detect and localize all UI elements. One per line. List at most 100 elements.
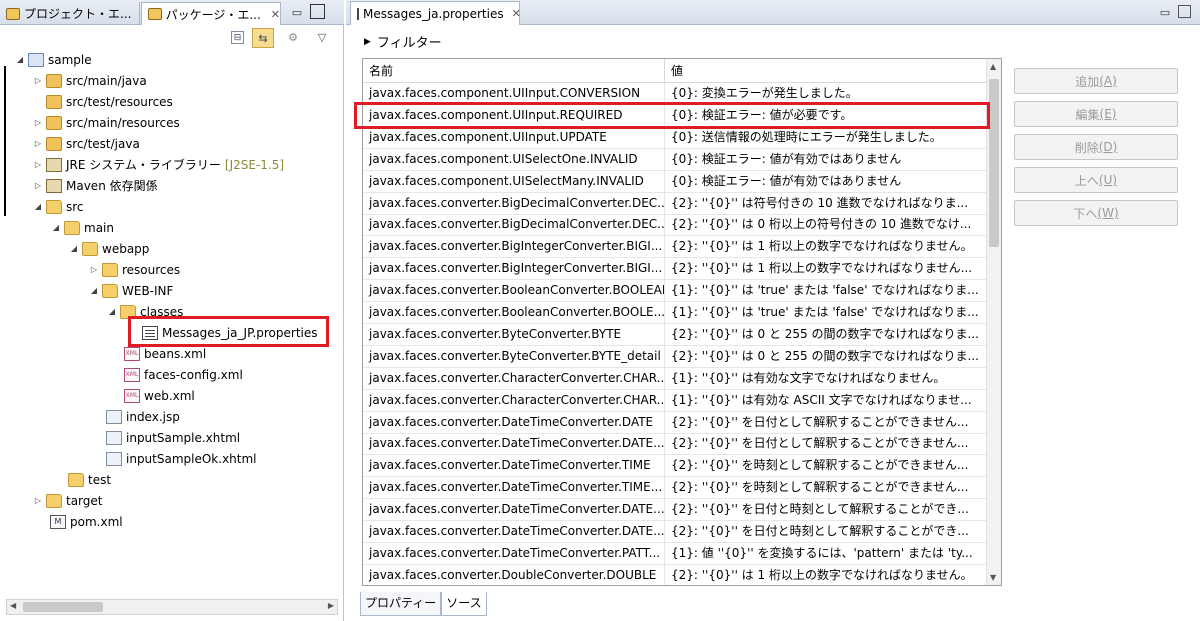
edit-button[interactable]: 編集 (E) (1014, 101, 1178, 127)
move-up-button[interactable]: 上へ (U) (1014, 167, 1178, 193)
horizontal-scrollbar[interactable]: ◀ ▶ (6, 599, 338, 615)
close-icon[interactable]: ✕ (271, 8, 280, 21)
table-row[interactable]: javax.faces.component.UISelectMany.INVAL… (363, 170, 986, 193)
expand-twisty-icon[interactable]: ▷ (32, 139, 44, 148)
tab-messages-properties[interactable]: Messages_ja.properties ✕ (350, 1, 521, 25)
expand-twisty-icon[interactable]: ◢ (14, 55, 26, 64)
property-key: javax.faces.converter.DateTimeConverter.… (363, 499, 665, 521)
tree-item-label: index.jsp (126, 409, 180, 424)
tree-item[interactable]: XML web.xml (110, 385, 195, 406)
scroll-down-icon[interactable]: ▼ (990, 573, 996, 582)
tree-item[interactable]: src/test/resources (32, 91, 173, 112)
collapse-all-icon[interactable]: ⊟ (231, 31, 244, 44)
table-row[interactable]: javax.faces.component.UISelectOne.INVALI… (363, 148, 986, 171)
expand-twisty-icon[interactable]: ◢ (88, 286, 100, 295)
tree-item[interactable]: ▷ src/main/resources (32, 112, 180, 133)
table-row[interactable]: javax.faces.component.UIInput.UPDATE {0}:… (363, 126, 986, 149)
view-menu-icon[interactable]: ▽ (313, 28, 331, 46)
minimize-button[interactable]: ▭ (288, 3, 306, 21)
link-with-editor-icon[interactable]: ⇆ (252, 28, 274, 48)
close-icon[interactable]: ✕ (512, 7, 521, 20)
tree-item[interactable]: ▷ target (32, 490, 103, 511)
tree-item[interactable]: ▷ src/main/java (32, 70, 147, 91)
table-row[interactable]: javax.faces.converter.DateTimeConverter.… (363, 542, 986, 565)
tree-item-label: Maven 依存関係 (66, 179, 158, 193)
expand-twisty-icon[interactable]: ▷ (88, 265, 100, 274)
table-row[interactable]: javax.faces.converter.DateTimeConverter.… (363, 411, 986, 434)
tree-item[interactable]: ◢ main (50, 217, 114, 238)
expand-twisty-icon[interactable]: ▷ (32, 76, 44, 85)
minimize-button[interactable]: ▭ (1156, 3, 1174, 21)
tree-item[interactable]: ▷ Maven 依存関係 (32, 175, 158, 196)
tree-item[interactable]: ◢ sample (14, 49, 92, 70)
expand-twisty-icon[interactable]: ▷ (32, 118, 44, 127)
filter-section[interactable]: ▶ フィルター (364, 32, 442, 51)
property-value: {2}: ''{0}'' は符号付きの 10 進数でなければなりま... (671, 195, 969, 210)
delete-button[interactable]: 削除 (D) (1014, 134, 1178, 160)
table-header: 名前 値 (363, 59, 986, 83)
property-key: javax.faces.converter.CharacterConverter… (363, 389, 665, 411)
table-row[interactable]: javax.faces.converter.DateTimeConverter.… (363, 455, 986, 478)
table-row[interactable]: javax.faces.converter.BigIntegerConverte… (363, 236, 986, 259)
tree-item[interactable]: test (54, 469, 111, 490)
tree-item[interactable]: ▷ JRE システム・ライブラリー [J2SE-1.5] (32, 154, 284, 175)
table-row[interactable]: javax.faces.converter.ByteConverter.BYTE… (363, 345, 986, 368)
table-row[interactable]: javax.faces.converter.DoubleConverter.DO… (363, 564, 986, 585)
expand-twisty-icon[interactable]: ▷ (32, 496, 44, 505)
scroll-right-icon[interactable]: ▶ (328, 601, 334, 610)
move-down-button[interactable]: 下へ (W) (1014, 200, 1178, 226)
table-row[interactable]: javax.faces.converter.BigIntegerConverte… (363, 258, 986, 281)
table-row[interactable]: javax.faces.converter.ByteConverter.BYTE… (363, 323, 986, 346)
expand-twisty-icon[interactable]: ◢ (68, 244, 80, 253)
tree-item-label: WEB-INF (122, 283, 174, 298)
delete-button-label: 削除 (1074, 140, 1099, 155)
tree-item[interactable]: ▷ resources (88, 259, 180, 280)
tree-item[interactable]: ▷ src/test/java (32, 133, 140, 154)
folder-icon (102, 262, 118, 277)
table-row[interactable]: javax.faces.converter.DateTimeConverter.… (363, 521, 986, 543)
vertical-scrollbar[interactable]: ▲ ▼ (986, 59, 1001, 585)
column-header-name[interactable]: 名前 (363, 59, 665, 83)
table-row[interactable]: javax.faces.converter.DateTimeConverter.… (363, 477, 986, 500)
table-row[interactable]: javax.faces.converter.CharacterConverter… (363, 389, 986, 412)
tree-item[interactable]: index.jsp (92, 406, 180, 427)
table-row[interactable]: javax.faces.converter.BigDecimalConverte… (363, 214, 986, 237)
property-value: {2}: ''{0}'' は 1 桁以上の数字でなければなりません。 (671, 239, 973, 254)
expand-twisty-icon[interactable]: ▷ (32, 160, 44, 169)
expand-twisty-icon[interactable]: ◢ (106, 307, 118, 316)
table-row[interactable]: javax.faces.converter.BooleanConverter.B… (363, 302, 986, 324)
scroll-left-icon[interactable]: ◀ (10, 601, 16, 610)
scroll-up-icon[interactable]: ▲ (990, 62, 996, 71)
scrollbar-thumb[interactable] (989, 79, 999, 247)
tree-item[interactable]: inputSampleOk.xhtml (92, 448, 257, 469)
tree-item[interactable]: ◢ WEB-INF (88, 280, 173, 301)
filters-icon[interactable]: ⚙ (284, 28, 302, 46)
tree-item-label: beans.xml (144, 346, 207, 361)
property-value: {2}: ''{0}'' を日付として解釈することができません... (671, 436, 969, 451)
expand-twisty-icon[interactable]: ◢ (50, 223, 62, 232)
maximize-button[interactable] (1178, 5, 1191, 18)
add-button[interactable]: 追加 (A) (1014, 68, 1178, 94)
tree-item[interactable]: ◢ src (32, 196, 84, 217)
tree-item[interactable]: XML faces-config.xml (110, 364, 243, 385)
tree-item[interactable]: ◢ webapp (68, 238, 149, 259)
table-row[interactable]: javax.faces.converter.BigDecimalConverte… (363, 192, 986, 215)
expand-twisty-icon[interactable]: ▷ (32, 181, 44, 190)
tree-item[interactable]: inputSample.xhtml (92, 427, 240, 448)
tab-project-explorer[interactable]: プロジェクト・エ... (0, 2, 140, 25)
table-row[interactable]: javax.faces.converter.CharacterConverter… (363, 367, 986, 390)
scrollbar-thumb[interactable] (23, 602, 103, 612)
expand-twisty-icon[interactable]: ◢ (32, 202, 44, 211)
tab-source[interactable]: ソース (441, 592, 487, 616)
tab-package-explorer[interactable]: パッケージ・エ... ✕ (141, 2, 281, 25)
tab-properties[interactable]: プロパティー (360, 592, 442, 616)
maximize-button[interactable] (310, 4, 325, 19)
table-row[interactable]: javax.faces.converter.DateTimeConverter.… (363, 499, 986, 522)
folder-icon (64, 220, 80, 235)
column-header-value[interactable]: 値 (665, 59, 986, 83)
tree-item[interactable]: Mpom.xml (36, 511, 123, 532)
expand-triangle-icon[interactable]: ▶ (364, 37, 371, 47)
delete-button-accel: (D) (1098, 140, 1118, 154)
table-row[interactable]: javax.faces.converter.BooleanConverter.B… (363, 280, 986, 303)
table-row[interactable]: javax.faces.converter.DateTimeConverter.… (363, 433, 986, 456)
